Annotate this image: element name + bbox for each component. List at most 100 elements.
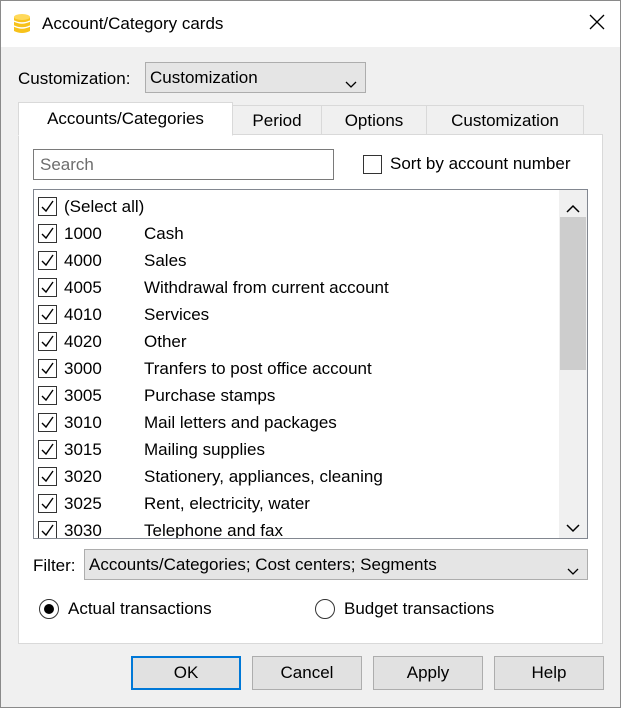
checkmark-icon xyxy=(41,254,54,267)
account-number: 4020 xyxy=(64,331,102,351)
select-all-label: (Select all) xyxy=(64,196,145,216)
item-checkbox[interactable] xyxy=(38,386,57,405)
filter-label: Filter: xyxy=(33,556,76,575)
account-name: Mail letters and packages xyxy=(144,412,337,432)
window-title: Account/Category cards xyxy=(42,14,224,33)
list-item[interactable]: 1000 Cash xyxy=(38,220,184,247)
item-checkbox[interactable] xyxy=(38,359,57,378)
account-name: Withdrawal from current account xyxy=(144,277,389,297)
list-scrollbar[interactable] xyxy=(559,190,587,538)
account-number: 1000 xyxy=(64,223,102,243)
close-icon xyxy=(589,14,605,35)
account-name: Mailing supplies xyxy=(144,439,265,459)
checkmark-icon xyxy=(41,470,54,483)
select-all-checkbox[interactable] xyxy=(38,197,57,216)
checkmark-icon xyxy=(41,281,54,294)
list-item[interactable]: 4005 Withdrawal from current account xyxy=(38,274,389,301)
list-item[interactable]: 4000 Sales xyxy=(38,247,187,274)
apply-button[interactable]: Apply xyxy=(373,656,483,690)
ok-button[interactable]: OK xyxy=(131,656,241,690)
list-item[interactable]: 3005 Purchase stamps xyxy=(38,382,275,409)
filter-select[interactable]: Accounts/Categories; Cost centers; Segme… xyxy=(84,549,588,580)
list-item[interactable]: 3000 Tranfers to post office account xyxy=(38,355,372,382)
account-name: Sales xyxy=(144,250,187,270)
app-database-icon xyxy=(13,13,31,35)
customization-select[interactable]: Customization xyxy=(145,62,366,93)
list-item[interactable]: 4020 Other xyxy=(38,328,187,355)
checkmark-icon xyxy=(41,416,54,429)
account-list[interactable]: (Select all) 1000 Cash 4000 Sales 4005 Withdr… xyxy=(33,189,588,539)
item-checkbox[interactable] xyxy=(38,278,57,297)
chevron-down-icon xyxy=(345,74,357,94)
tab-options[interactable]: Options xyxy=(321,105,427,135)
budget-transactions-label: Budget transactions xyxy=(344,599,495,618)
account-number: 4000 xyxy=(64,250,102,270)
account-number: 3015 xyxy=(64,439,102,459)
close-button[interactable] xyxy=(574,1,620,47)
account-name: Services xyxy=(144,304,210,324)
checkmark-icon xyxy=(41,389,54,402)
tab-period[interactable]: Period xyxy=(232,105,322,135)
cancel-button[interactable]: Cancel xyxy=(252,656,362,690)
checkmark-icon xyxy=(41,524,54,537)
tab-label: Period xyxy=(252,110,302,130)
scroll-up-arrow-icon[interactable] xyxy=(566,198,580,218)
customization-label: Customization: xyxy=(18,69,131,88)
checkmark-icon xyxy=(41,443,54,456)
account-name: Other xyxy=(144,331,187,351)
tab-label: Customization xyxy=(451,110,559,130)
dialog-window: Account/Category cards Customization: Cu… xyxy=(0,0,621,708)
checkmark-icon xyxy=(41,227,54,240)
checkmark-icon xyxy=(41,497,54,510)
sort-by-number-option[interactable]: Sort by account number xyxy=(363,154,570,174)
account-number: 3030 xyxy=(64,520,102,539)
tab-label: Accounts/Categories xyxy=(47,109,204,128)
list-item[interactable]: 3030 Telephone and fax xyxy=(38,517,283,539)
list-item[interactable]: 3015 Mailing supplies xyxy=(38,436,265,463)
item-checkbox[interactable] xyxy=(38,251,57,270)
account-number: 3025 xyxy=(64,493,102,513)
item-checkbox[interactable] xyxy=(38,413,57,432)
select-all-row[interactable]: (Select all) xyxy=(38,193,144,220)
actual-transactions-label: Actual transactions xyxy=(68,599,212,618)
actual-transactions-radio[interactable] xyxy=(39,599,59,619)
account-number: 4010 xyxy=(64,304,102,324)
item-checkbox[interactable] xyxy=(38,467,57,486)
list-item[interactable]: 3020 Stationery, appliances, cleaning xyxy=(38,463,383,490)
tab-customization[interactable]: Customization xyxy=(426,105,584,135)
account-name: Cash xyxy=(144,223,184,243)
checkmark-icon xyxy=(41,308,54,321)
help-button[interactable]: Help xyxy=(494,656,604,690)
actual-transactions-option[interactable]: Actual transactions xyxy=(39,599,212,619)
tab-label: Options xyxy=(344,110,404,130)
account-number: 3020 xyxy=(64,466,102,486)
account-number: 3005 xyxy=(64,385,102,405)
checkmark-icon xyxy=(41,335,54,348)
list-item[interactable]: 3010 Mail letters and packages xyxy=(38,409,337,436)
item-checkbox[interactable] xyxy=(38,305,57,324)
item-checkbox[interactable] xyxy=(38,332,57,351)
filter-value: Accounts/Categories; Cost centers; Segme… xyxy=(89,554,437,574)
account-name: Tranfers to post office account xyxy=(144,358,372,378)
sort-label: Sort by account number xyxy=(390,154,571,173)
account-name: Stationery, appliances, cleaning xyxy=(144,466,383,486)
budget-transactions-radio[interactable] xyxy=(315,599,335,619)
customization-value: Customization xyxy=(150,67,258,87)
checkmark-icon xyxy=(41,200,54,213)
scroll-down-arrow-icon[interactable] xyxy=(566,518,580,538)
tab-accounts-categories[interactable]: Accounts/Categories xyxy=(18,102,233,136)
checkmark-icon xyxy=(41,362,54,375)
account-number: 3000 xyxy=(64,358,102,378)
list-item[interactable]: 3025 Rent, electricity, water xyxy=(38,490,310,517)
item-checkbox[interactable] xyxy=(38,494,57,513)
chevron-down-icon xyxy=(567,561,579,581)
sort-checkbox[interactable] xyxy=(363,154,382,174)
scrollbar-thumb[interactable] xyxy=(560,217,586,370)
item-checkbox[interactable] xyxy=(38,440,57,459)
list-item[interactable]: 4010 Services xyxy=(38,301,209,328)
search-input[interactable] xyxy=(33,149,334,180)
item-checkbox[interactable] xyxy=(38,224,57,243)
budget-transactions-option[interactable]: Budget transactions xyxy=(315,599,494,619)
item-checkbox[interactable] xyxy=(38,521,57,538)
account-number: 4005 xyxy=(64,277,102,297)
